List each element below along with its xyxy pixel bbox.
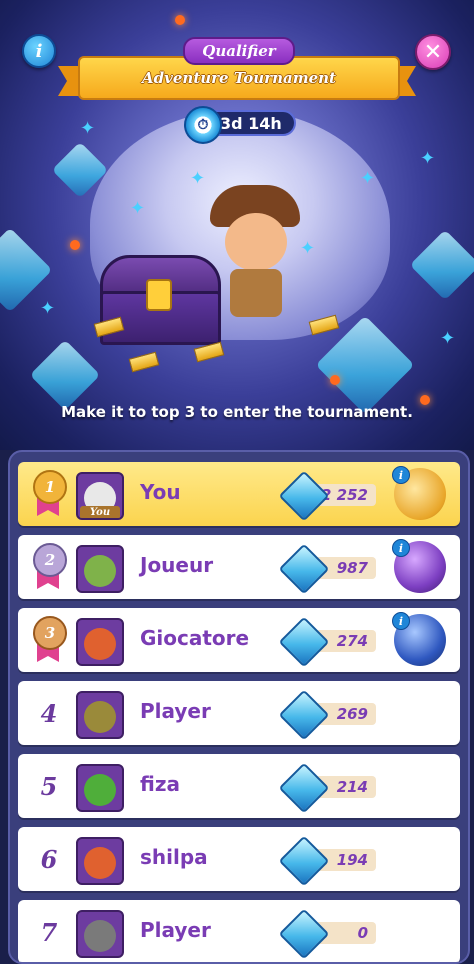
ember xyxy=(175,15,185,25)
avatar xyxy=(76,545,124,593)
rank-number: 7 xyxy=(40,917,58,947)
avatar-face xyxy=(84,628,116,660)
player-name: Player xyxy=(140,918,211,942)
avatar xyxy=(76,764,124,812)
crystal-right-top xyxy=(409,229,474,301)
bronze-medal-icon: 3 xyxy=(28,616,68,664)
player-name: shilpa xyxy=(140,845,208,869)
info-button[interactable]: i xyxy=(22,34,56,68)
gold-bar xyxy=(128,351,160,373)
player-name: You xyxy=(140,480,181,504)
avatar-face xyxy=(84,920,116,952)
silver-medal-icon: 2 xyxy=(28,543,68,591)
chest-lock-icon xyxy=(146,279,172,311)
rank-number: 3 xyxy=(33,616,67,650)
rank-number: 6 xyxy=(40,844,58,874)
score: 987 xyxy=(278,543,386,595)
tagline: Make it to top 3 to enter the tournament… xyxy=(61,403,413,421)
sparkle: ✦ xyxy=(80,118,96,139)
sparkle: ✦ xyxy=(440,328,456,349)
reward-info-icon[interactable]: i xyxy=(392,466,410,484)
avatar xyxy=(76,618,124,666)
leaderboard-row[interactable]: 6 shilpa 194 xyxy=(18,827,460,891)
leaderboard-row[interactable]: 7 Player 0 xyxy=(18,900,460,962)
avatar xyxy=(76,837,124,885)
sparkle: ✦ xyxy=(190,168,206,189)
gem-icon xyxy=(278,908,330,960)
rank-number: 4 xyxy=(40,698,58,728)
leaderboard-row[interactable]: 3 Giocatore 274 i xyxy=(18,608,460,672)
reward-info-icon[interactable]: i xyxy=(392,539,410,557)
timer-text: 3d 14h xyxy=(220,113,282,133)
rank-number: 1 xyxy=(33,470,67,504)
score: 194 xyxy=(278,835,386,887)
leaderboard[interactable]: 1 You You 2 252 i 2 Joueur 987 i 3 Gioca… xyxy=(8,450,470,964)
leaderboard-row[interactable]: 1 You You 2 252 i xyxy=(18,462,460,526)
avatar xyxy=(76,691,124,739)
avatar-face xyxy=(84,847,116,879)
player-name: Joueur xyxy=(140,553,214,577)
character-body xyxy=(230,269,282,317)
score: 2 252 xyxy=(278,470,386,522)
stopwatch-icon: ⏱ xyxy=(184,106,222,144)
close-button[interactable]: ✕ xyxy=(415,34,451,70)
sparkle: ✦ xyxy=(360,168,376,189)
explorer-character xyxy=(210,185,300,335)
player-name: fiza xyxy=(140,772,180,796)
sparkle: ✦ xyxy=(40,298,56,319)
gem-icon xyxy=(278,835,330,887)
character-face xyxy=(225,213,287,271)
crystal-left-low xyxy=(29,339,101,411)
player-name: Player xyxy=(140,699,211,723)
sparkle: ✦ xyxy=(420,148,436,169)
avatar-face xyxy=(84,701,116,733)
sparkle: ✦ xyxy=(130,198,146,219)
avatar-face xyxy=(84,555,116,587)
gem-icon xyxy=(278,616,330,668)
rank-number: 2 xyxy=(33,543,67,577)
qualifier-badge: Qualifier xyxy=(183,37,295,65)
score: 274 xyxy=(278,616,386,668)
reward-info-icon[interactable]: i xyxy=(392,612,410,630)
gem-icon xyxy=(278,762,330,814)
avatar: You xyxy=(76,472,124,520)
leaderboard-row[interactable]: 2 Joueur 987 i xyxy=(18,535,460,599)
score: 0 xyxy=(278,908,386,960)
rank-number: 5 xyxy=(40,771,58,801)
you-tag: You xyxy=(80,506,120,518)
score: 269 xyxy=(278,689,386,741)
gem-icon xyxy=(278,543,330,595)
sparkle: ✦ xyxy=(300,238,316,259)
avatar xyxy=(76,910,124,958)
gold-medal-icon: 1 xyxy=(28,470,68,518)
avatar-face xyxy=(84,774,116,806)
leaderboard-row[interactable]: 4 Player 269 xyxy=(18,681,460,745)
ember xyxy=(330,375,340,385)
gem-icon xyxy=(278,689,330,741)
score: 214 xyxy=(278,762,386,814)
countdown-timer: ⏱ 3d 14h xyxy=(184,106,296,144)
player-name: Giocatore xyxy=(140,626,250,650)
ember xyxy=(70,240,80,250)
gem-icon xyxy=(278,470,330,522)
leaderboard-row[interactable]: 5 fiza 214 xyxy=(18,754,460,818)
